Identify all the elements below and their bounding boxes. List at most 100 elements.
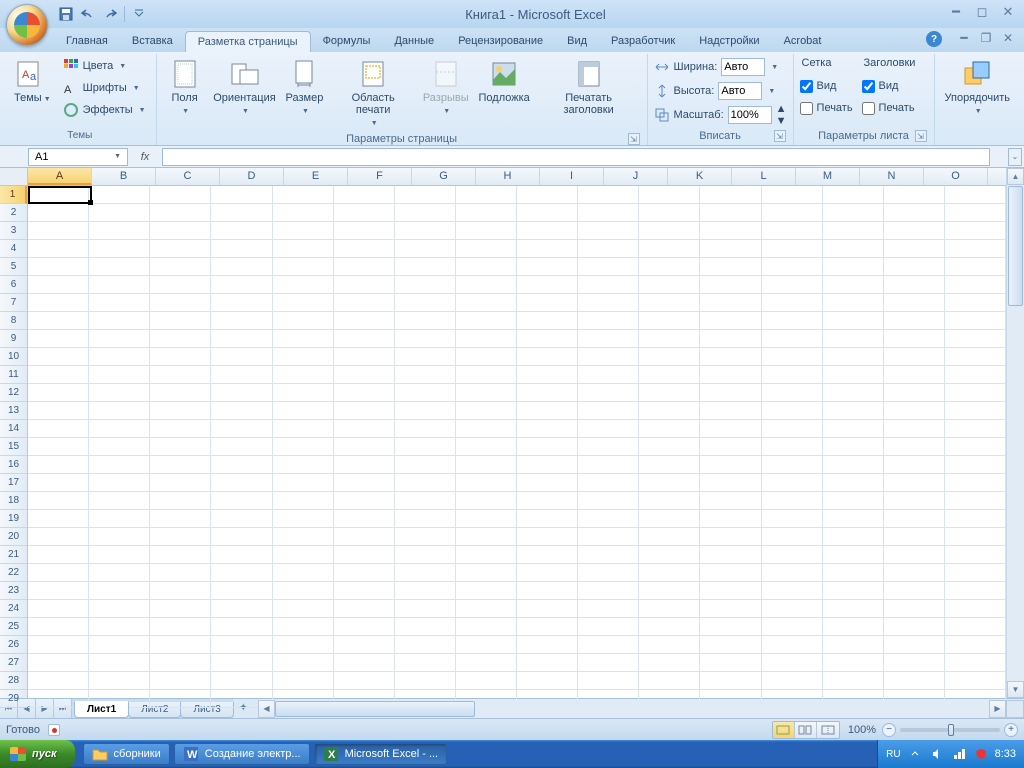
cell[interactable] [395, 564, 456, 582]
cell[interactable] [700, 672, 761, 690]
cell[interactable] [823, 636, 884, 654]
cell[interactable] [334, 366, 395, 384]
cell[interactable] [150, 636, 211, 654]
cell[interactable] [211, 492, 272, 510]
cell[interactable] [28, 348, 89, 366]
cell[interactable] [517, 672, 578, 690]
cell[interactable] [273, 492, 334, 510]
row-header[interactable]: 17 [0, 474, 27, 492]
cell[interactable] [89, 276, 150, 294]
cell[interactable] [823, 456, 884, 474]
cell[interactable] [578, 402, 639, 420]
cell[interactable] [89, 528, 150, 546]
cell[interactable] [28, 366, 89, 384]
cell[interactable] [395, 384, 456, 402]
cell[interactable] [395, 294, 456, 312]
cell[interactable] [89, 564, 150, 582]
cell[interactable] [89, 582, 150, 600]
doc-minimize-button[interactable]: ━ [956, 31, 972, 45]
row-header[interactable]: 27 [0, 654, 27, 672]
cell[interactable] [150, 294, 211, 312]
cell[interactable] [273, 582, 334, 600]
cell[interactable] [456, 438, 517, 456]
cell[interactable] [762, 492, 823, 510]
cell[interactable] [823, 222, 884, 240]
cell[interactable] [395, 366, 456, 384]
cell[interactable] [884, 618, 945, 636]
office-button[interactable] [6, 4, 48, 46]
cell[interactable] [211, 654, 272, 672]
cell[interactable] [884, 330, 945, 348]
cell[interactable] [211, 330, 272, 348]
cell[interactable] [823, 204, 884, 222]
cell[interactable] [945, 636, 1006, 654]
cell[interactable] [273, 510, 334, 528]
cell[interactable] [945, 582, 1006, 600]
cell[interactable] [456, 276, 517, 294]
cell[interactable] [945, 330, 1006, 348]
cell[interactable] [945, 546, 1006, 564]
cell[interactable] [578, 654, 639, 672]
cell[interactable] [700, 204, 761, 222]
redo-icon[interactable] [102, 6, 118, 22]
cell[interactable] [395, 618, 456, 636]
cell[interactable] [334, 384, 395, 402]
cell[interactable] [578, 384, 639, 402]
ribbon-tab[interactable]: Формулы [311, 31, 383, 52]
cell[interactable] [639, 564, 700, 582]
cell[interactable] [89, 222, 150, 240]
cell[interactable] [334, 456, 395, 474]
macro-record-icon[interactable] [48, 724, 60, 736]
cell[interactable] [150, 312, 211, 330]
cell[interactable] [211, 510, 272, 528]
cell[interactable] [456, 384, 517, 402]
cell[interactable] [762, 456, 823, 474]
column-header[interactable]: G [412, 168, 476, 185]
name-box[interactable]: A1▼ [28, 148, 128, 166]
cell[interactable] [334, 492, 395, 510]
cell[interactable] [700, 384, 761, 402]
cell[interactable] [273, 600, 334, 618]
cell[interactable] [700, 276, 761, 294]
cell[interactable] [89, 456, 150, 474]
cell[interactable] [395, 276, 456, 294]
cell[interactable] [823, 510, 884, 528]
cell[interactable] [945, 438, 1006, 456]
cell[interactable] [517, 600, 578, 618]
row-header[interactable]: 12 [0, 384, 27, 402]
cell[interactable] [823, 582, 884, 600]
row-header[interactable]: 11 [0, 366, 27, 384]
close-button[interactable]: ✕ [998, 4, 1018, 20]
cell[interactable] [639, 330, 700, 348]
ribbon-tab[interactable]: Вид [555, 31, 599, 52]
cell[interactable] [578, 204, 639, 222]
cell[interactable] [28, 510, 89, 528]
height-dropdown[interactable]: ▼ [768, 88, 775, 95]
cell[interactable] [884, 636, 945, 654]
cell[interactable] [395, 240, 456, 258]
cell[interactable] [639, 366, 700, 384]
cell[interactable] [639, 222, 700, 240]
cell[interactable] [762, 654, 823, 672]
cell[interactable] [273, 186, 334, 204]
cell[interactable] [456, 600, 517, 618]
taskbar-item[interactable]: XMicrosoft Excel - ... [314, 743, 448, 765]
cell[interactable] [700, 186, 761, 204]
cell[interactable] [945, 600, 1006, 618]
cell[interactable] [517, 582, 578, 600]
cell[interactable] [639, 654, 700, 672]
cell[interactable] [945, 240, 1006, 258]
cell[interactable] [89, 474, 150, 492]
row-header[interactable]: 3 [0, 222, 27, 240]
cell[interactable] [28, 546, 89, 564]
cell[interactable] [150, 438, 211, 456]
column-header[interactable]: J [604, 168, 668, 185]
cell[interactable] [700, 258, 761, 276]
cell[interactable] [762, 348, 823, 366]
cell[interactable] [884, 186, 945, 204]
row-header[interactable]: 19 [0, 510, 27, 528]
cell[interactable] [150, 528, 211, 546]
cell[interactable] [211, 294, 272, 312]
cell[interactable] [762, 618, 823, 636]
cell[interactable] [211, 438, 272, 456]
